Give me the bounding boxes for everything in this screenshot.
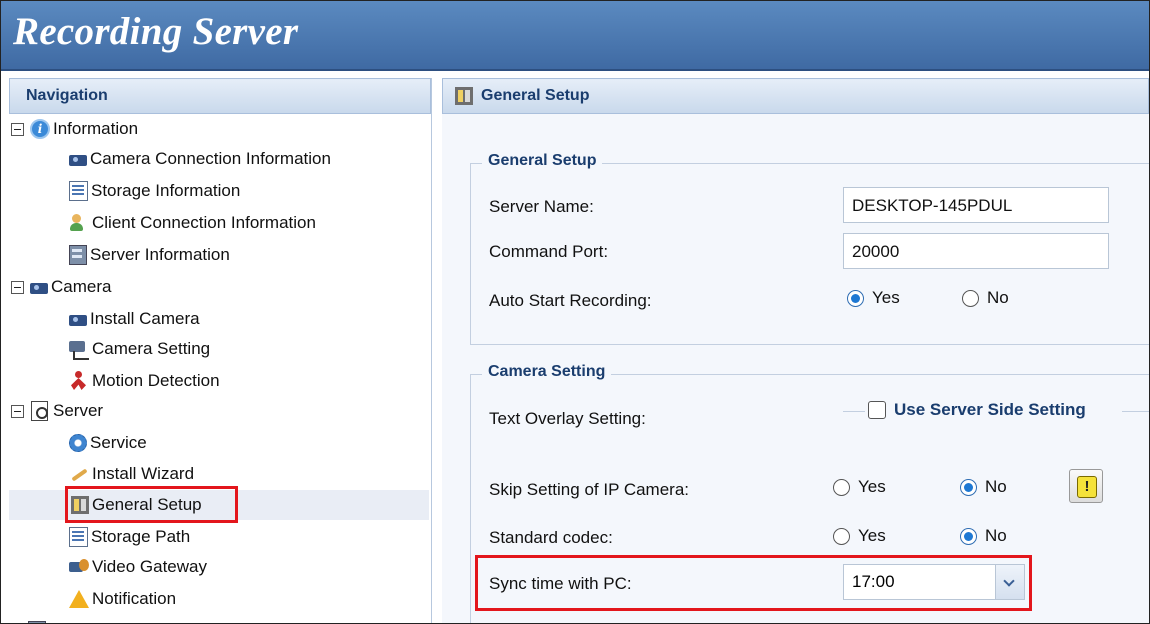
info-icon: i xyxy=(30,119,50,139)
tree-label: Camera Setting xyxy=(92,339,211,358)
tree-item-service[interactable]: Service xyxy=(69,428,147,458)
client-icon xyxy=(69,213,89,233)
server-name-input[interactable]: DESKTOP-145PDUL xyxy=(843,187,1109,223)
tree-item-server-information[interactable]: Server Information xyxy=(69,240,230,270)
standard-codec-label: Standard codec: xyxy=(489,528,613,547)
camera-connection-icon xyxy=(69,154,87,166)
general-setup-icon xyxy=(455,87,473,105)
checkbox-label: Use Server Side Setting xyxy=(894,400,1086,419)
radio-label: No xyxy=(987,288,1009,307)
tree-label: Camera xyxy=(51,277,112,296)
title-bar: Recording Server xyxy=(1,1,1149,71)
highlight-general-setup xyxy=(65,486,238,523)
radio-unselected-icon xyxy=(833,478,850,496)
camera-setting-icon xyxy=(69,339,89,360)
tree-label: Video Gateway xyxy=(92,557,207,576)
tree-item-video-gateway[interactable]: Video Gateway xyxy=(69,552,207,582)
wizard-icon xyxy=(69,464,89,484)
app-title: Recording Server xyxy=(13,10,299,53)
overlay-rule xyxy=(1122,411,1149,412)
app-window: Recording Server Navigation i Informatio… xyxy=(0,0,1150,624)
auto-start-yes-radio[interactable]: Yes xyxy=(847,288,900,308)
use-server-side-checkbox[interactable]: Use Server Side Setting xyxy=(868,400,1086,420)
tree-label: Motion Detection xyxy=(92,371,220,390)
tree-label: Client Connection Information xyxy=(92,213,316,232)
tree-label: Install Camera xyxy=(90,309,200,328)
tree-node-information[interactable]: i Information xyxy=(11,114,138,144)
tree-label: Server xyxy=(53,401,104,420)
tree-item-storage-information[interactable]: Storage Information xyxy=(69,176,240,206)
skip-warning-button[interactable]: ! xyxy=(1069,469,1103,503)
text-overlay-label: Text Overlay Setting: xyxy=(489,409,646,428)
tree-label: Install Wizard xyxy=(92,464,195,483)
tree-node-server[interactable]: Server xyxy=(11,396,103,426)
tree-label: Service xyxy=(90,433,147,452)
video-gateway-icon xyxy=(69,558,89,576)
tree-label: Information xyxy=(53,119,139,138)
camera-icon xyxy=(69,314,87,326)
tree-item-camera-setting[interactable]: Camera Setting xyxy=(69,334,210,364)
skip-setting-label: Skip Setting of IP Camera: xyxy=(489,480,690,499)
tree-label: Storage Path xyxy=(91,527,191,546)
navigation-header: Navigation xyxy=(9,78,431,114)
tree-item-install-wizard[interactable]: Install Wizard xyxy=(69,459,194,489)
tree-node-camera[interactable]: Camera xyxy=(11,272,111,302)
main-panel: General Setup General Setup Server Name:… xyxy=(442,78,1149,623)
storage-icon xyxy=(69,181,88,201)
auto-start-label: Auto Start Recording: xyxy=(489,291,652,310)
tree-label: Camera Connection Information xyxy=(90,149,331,168)
skip-yes-radio[interactable]: Yes xyxy=(833,477,886,497)
codec-yes-radio[interactable]: Yes xyxy=(833,526,886,546)
radio-selected-icon xyxy=(960,478,977,496)
radio-label: Yes xyxy=(872,288,900,307)
radio-label: Yes xyxy=(858,526,886,545)
overlay-rule xyxy=(843,411,865,412)
radio-label: No xyxy=(985,526,1007,545)
collapse-icon[interactable] xyxy=(11,404,24,418)
command-port-input[interactable]: 20000 xyxy=(843,233,1109,269)
camera-setting-legend: Camera Setting xyxy=(482,363,612,381)
main-header-title: General Setup xyxy=(481,87,590,104)
storage-icon xyxy=(69,527,88,547)
collapse-icon[interactable] xyxy=(11,122,24,136)
server-name-label: Server Name: xyxy=(489,197,594,216)
codec-no-radio[interactable]: No xyxy=(960,526,1007,546)
tree-item-notification[interactable]: Notification xyxy=(69,584,176,614)
radio-unselected-icon xyxy=(833,527,850,545)
collapse-icon[interactable] xyxy=(11,280,24,294)
tree-label: Storage Information xyxy=(91,181,241,200)
camera-icon xyxy=(30,282,48,294)
tree-item-motion-detection[interactable]: Motion Detection xyxy=(69,366,220,396)
radio-label: No xyxy=(985,477,1007,496)
tree-label: Server Information xyxy=(90,245,230,264)
main-body: General Setup Server Name: DESKTOP-145PD… xyxy=(442,114,1149,623)
navigation-panel: Navigation i Information Camera Connecti… xyxy=(9,78,432,623)
highlight-sync-time xyxy=(475,555,1032,611)
radio-selected-icon xyxy=(847,289,864,307)
tree-item-camera-connection-information[interactable]: Camera Connection Information xyxy=(69,144,331,174)
exclamation-icon: ! xyxy=(1077,476,1097,498)
tree-item-client-connection-information[interactable]: Client Connection Information xyxy=(69,208,316,238)
tree-item-install-camera[interactable]: Install Camera xyxy=(69,304,200,334)
tree-label: Notification xyxy=(92,589,177,608)
radio-unselected-icon xyxy=(962,289,979,307)
command-port-label: Command Port: xyxy=(489,242,609,261)
warning-icon xyxy=(69,590,89,608)
main-header: General Setup xyxy=(442,78,1149,114)
server-info-icon xyxy=(69,245,87,265)
server-icon xyxy=(30,401,50,421)
skip-no-radio[interactable]: No xyxy=(960,477,1007,497)
general-setup-legend: General Setup xyxy=(482,152,603,170)
radio-selected-icon xyxy=(960,527,977,545)
checkbox-icon xyxy=(868,401,886,419)
motion-icon xyxy=(69,371,89,391)
auto-start-no-radio[interactable]: No xyxy=(962,288,1009,308)
gear-icon xyxy=(69,434,87,452)
tree-item-storage-path[interactable]: Storage Path xyxy=(69,522,190,552)
radio-label: Yes xyxy=(858,477,886,496)
